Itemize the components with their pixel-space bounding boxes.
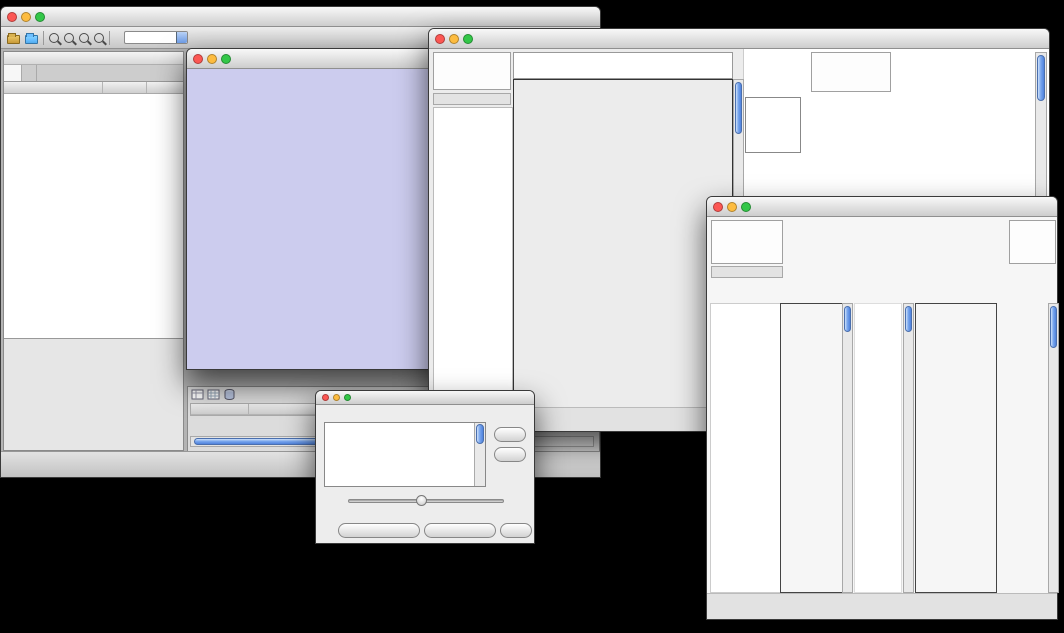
dna-similarity-matrix-canvas[interactable]	[745, 97, 801, 153]
dna-row-dendrogram-canvas[interactable]	[433, 107, 513, 411]
col-edges[interactable]	[147, 82, 183, 93]
id-column-header[interactable]	[191, 404, 249, 414]
zoom-button[interactable]	[741, 202, 751, 212]
toolbar-divider	[109, 31, 110, 45]
network-table-header	[4, 82, 183, 94]
close-button[interactable]	[7, 12, 17, 22]
treeview-combined-window	[706, 196, 1058, 620]
select-attributes-icon[interactable]	[191, 388, 204, 401]
window-controls	[7, 12, 45, 22]
treeview-combined-titlebar[interactable]	[707, 197, 1057, 217]
map-colors-dialog	[315, 390, 535, 544]
desktop: { "icons": { "scroll_left": "◂", "scroll…	[0, 0, 1064, 633]
col-nodes[interactable]	[103, 82, 147, 93]
dna-heatmap-canvas[interactable]	[513, 79, 733, 411]
animate-vizmap-button[interactable]	[338, 523, 420, 538]
network-overview-canvas[interactable]	[4, 339, 183, 450]
create-vizmap-button[interactable]	[424, 523, 496, 538]
usage-hints-text	[1010, 223, 1055, 225]
open-session-icon[interactable]	[7, 35, 20, 44]
attribute-list-vscrollbar[interactable]	[474, 423, 485, 486]
minimize-button[interactable]	[333, 394, 340, 401]
import-network-icon[interactable]	[25, 35, 38, 44]
usage-hints-text	[812, 55, 890, 57]
view-status-panel	[433, 52, 511, 90]
dna-column-dendrogram-canvas[interactable]	[513, 52, 733, 79]
dendro-hscrollbar[interactable]	[433, 93, 511, 105]
tab-overflow-icon[interactable]	[180, 65, 183, 81]
usage-hints-panel	[811, 52, 891, 92]
main-titlebar[interactable]	[1, 7, 600, 27]
zoom-button[interactable]	[35, 12, 45, 22]
done-button[interactable]	[500, 523, 532, 538]
minimize-button[interactable]	[727, 202, 737, 212]
view-status-text	[712, 223, 782, 225]
combo-arrow-icon[interactable]	[176, 32, 187, 43]
usage-hints-panel	[1009, 220, 1056, 264]
close-button[interactable]	[193, 54, 203, 64]
view-status-panel	[711, 220, 783, 264]
heatmap-vscrollbar[interactable]	[842, 303, 853, 593]
attribute-list[interactable]	[324, 422, 486, 487]
minimize-button[interactable]	[449, 34, 459, 44]
control-panel-tabs	[4, 65, 183, 82]
tab-network[interactable]	[4, 65, 22, 81]
zoom-button[interactable]	[221, 54, 231, 64]
gene-list-vscrollbar[interactable]	[1048, 303, 1059, 593]
combined-heatmap-canvas[interactable]	[780, 303, 843, 593]
network-table-body	[4, 94, 183, 338]
attribute-table-icon[interactable]	[207, 388, 220, 401]
zoom-heatmap-canvas[interactable]	[915, 303, 997, 593]
zoom-in-icon[interactable]	[64, 33, 74, 43]
control-panel	[3, 51, 184, 451]
slider-thumb[interactable]	[416, 495, 427, 506]
zoom-selected-icon[interactable]	[94, 33, 104, 43]
minimize-button[interactable]	[21, 12, 31, 22]
database-icon[interactable]	[223, 388, 236, 401]
move-up-button[interactable]	[494, 427, 526, 442]
combined-button-bar	[707, 593, 1057, 619]
close-button[interactable]	[713, 202, 723, 212]
view-status-text	[434, 55, 510, 57]
col-network[interactable]	[4, 82, 103, 93]
treeview-dna-titlebar[interactable]	[429, 29, 1049, 49]
dendro-hscrollbar[interactable]	[711, 266, 783, 278]
close-button[interactable]	[322, 394, 329, 401]
move-down-button[interactable]	[494, 447, 526, 462]
combined-row-dendrogram-canvas[interactable]	[710, 303, 781, 593]
network-overview-panel	[4, 338, 183, 450]
control-panel-header	[4, 52, 183, 65]
zoom-out-icon[interactable]	[49, 33, 59, 43]
zoom-fit-icon[interactable]	[79, 33, 89, 43]
zoom-view-vscrollbar[interactable]	[903, 303, 914, 593]
zoom-button[interactable]	[463, 34, 473, 44]
close-button[interactable]	[435, 34, 445, 44]
toolbar-divider	[43, 31, 44, 45]
zoom-button[interactable]	[344, 394, 351, 401]
dialog-titlebar[interactable]	[316, 391, 534, 405]
minimize-button[interactable]	[207, 54, 217, 64]
search-input[interactable]	[124, 31, 188, 44]
attribute-list-items	[325, 424, 473, 486]
tab-vizmapper[interactable]	[22, 65, 37, 81]
